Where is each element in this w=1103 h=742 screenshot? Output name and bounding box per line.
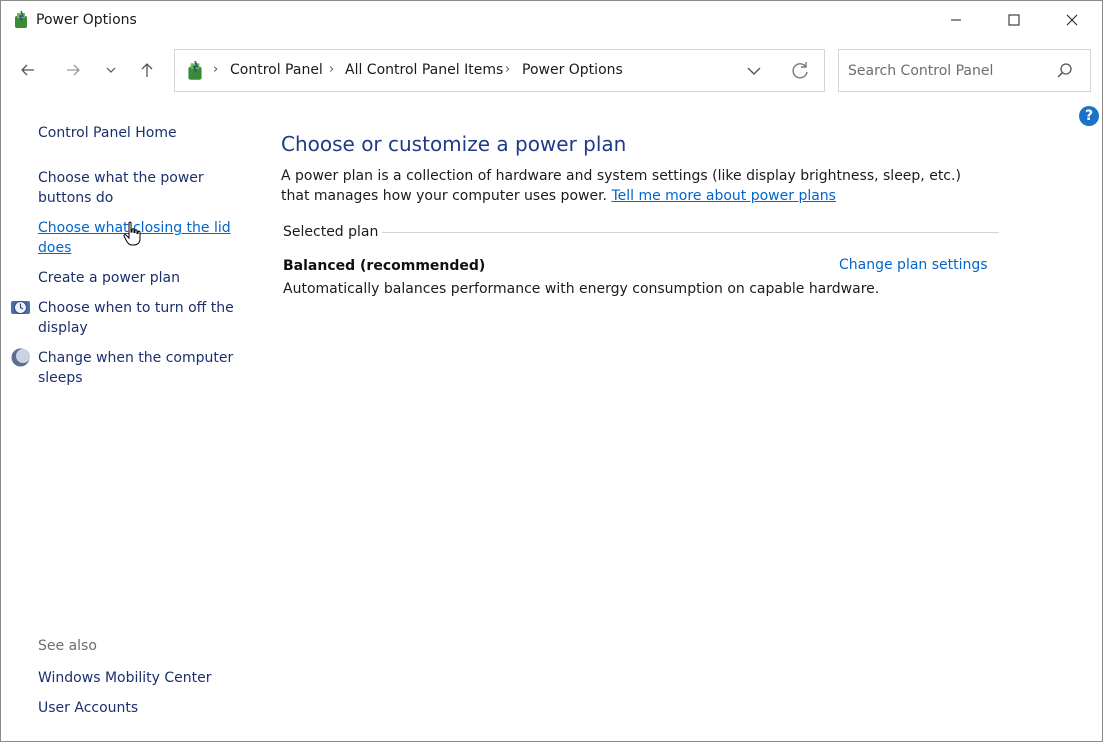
chevron-right-icon: › [329, 62, 335, 77]
mobility-center-link[interactable]: Windows Mobility Center [38, 668, 212, 688]
close-icon [1066, 14, 1078, 26]
link-line: display [38, 320, 88, 336]
chevron-right-icon: › [505, 62, 511, 77]
power-options-window: Power Options › Control Panel › All Cont… [0, 0, 1103, 742]
search-input[interactable]: Search Control Panel [838, 49, 1091, 92]
close-button[interactable] [1043, 1, 1101, 39]
chevron-right-icon: › [213, 62, 219, 77]
turn-off-display-link[interactable]: Choose when to turn off the display [38, 298, 234, 338]
plan-name: Balanced (recommended) [283, 258, 486, 274]
forward-button[interactable] [58, 55, 88, 85]
control-panel-home-link[interactable]: Control Panel Home [38, 123, 177, 143]
page-title: Choose or customize a power plan [281, 132, 627, 156]
recent-locations-button[interactable] [96, 55, 126, 85]
power-buttons-link[interactable]: Choose what the power buttons do [38, 168, 204, 208]
window-title: Power Options [36, 12, 137, 28]
link-line: Change when the computer [38, 350, 234, 366]
breadcrumb-control-panel[interactable]: Control Panel [230, 62, 323, 78]
up-button[interactable] [132, 55, 162, 85]
link-line: Choose what the power [38, 170, 204, 186]
arrow-up-icon [141, 63, 153, 77]
arrow-right-icon [67, 64, 80, 76]
minimize-button[interactable] [927, 1, 985, 39]
hand-cursor-icon [123, 221, 141, 246]
arrow-left-icon [21, 64, 34, 76]
user-accounts-link[interactable]: User Accounts [38, 698, 138, 718]
section-divider [382, 232, 999, 233]
link-line: buttons do [38, 190, 114, 206]
breadcrumb-power-options[interactable]: Power Options [522, 62, 623, 78]
breadcrumb-all-items[interactable]: All Control Panel Items [345, 62, 503, 78]
selected-plan-label: Selected plan [283, 224, 379, 240]
power-options-icon [188, 60, 202, 80]
create-power-plan-link[interactable]: Create a power plan [38, 268, 180, 288]
title-bar: Power Options [1, 1, 1102, 39]
address-bar[interactable]: › Control Panel › All Control Panel Item… [174, 49, 825, 92]
chevron-down-icon[interactable] [743, 60, 765, 82]
moon-sleep-icon [11, 348, 30, 367]
plan-description: Automatically balances performance with … [283, 281, 880, 297]
search-icon[interactable] [1056, 62, 1074, 80]
maximize-icon [1008, 14, 1020, 26]
chevron-down-icon [106, 67, 116, 73]
display-clock-icon [11, 301, 30, 314]
search-placeholder: Search Control Panel [848, 63, 994, 79]
maximize-button[interactable] [985, 1, 1043, 39]
link-line: Choose when to turn off the [38, 300, 234, 316]
minimize-icon [951, 19, 961, 21]
power-options-icon [15, 10, 27, 28]
page-description: A power plan is a collection of hardware… [281, 166, 981, 206]
help-icon[interactable]: ? [1079, 106, 1099, 126]
change-plan-settings-link[interactable]: Change plan settings [839, 257, 988, 273]
computer-sleeps-link[interactable]: Change when the computer sleeps [38, 348, 233, 388]
back-button[interactable] [13, 55, 43, 85]
refresh-icon[interactable] [788, 59, 812, 83]
learn-more-link[interactable]: Tell me more about power plans [611, 188, 836, 204]
link-line: sleeps [38, 370, 83, 386]
see-also-heading: See also [38, 638, 97, 654]
